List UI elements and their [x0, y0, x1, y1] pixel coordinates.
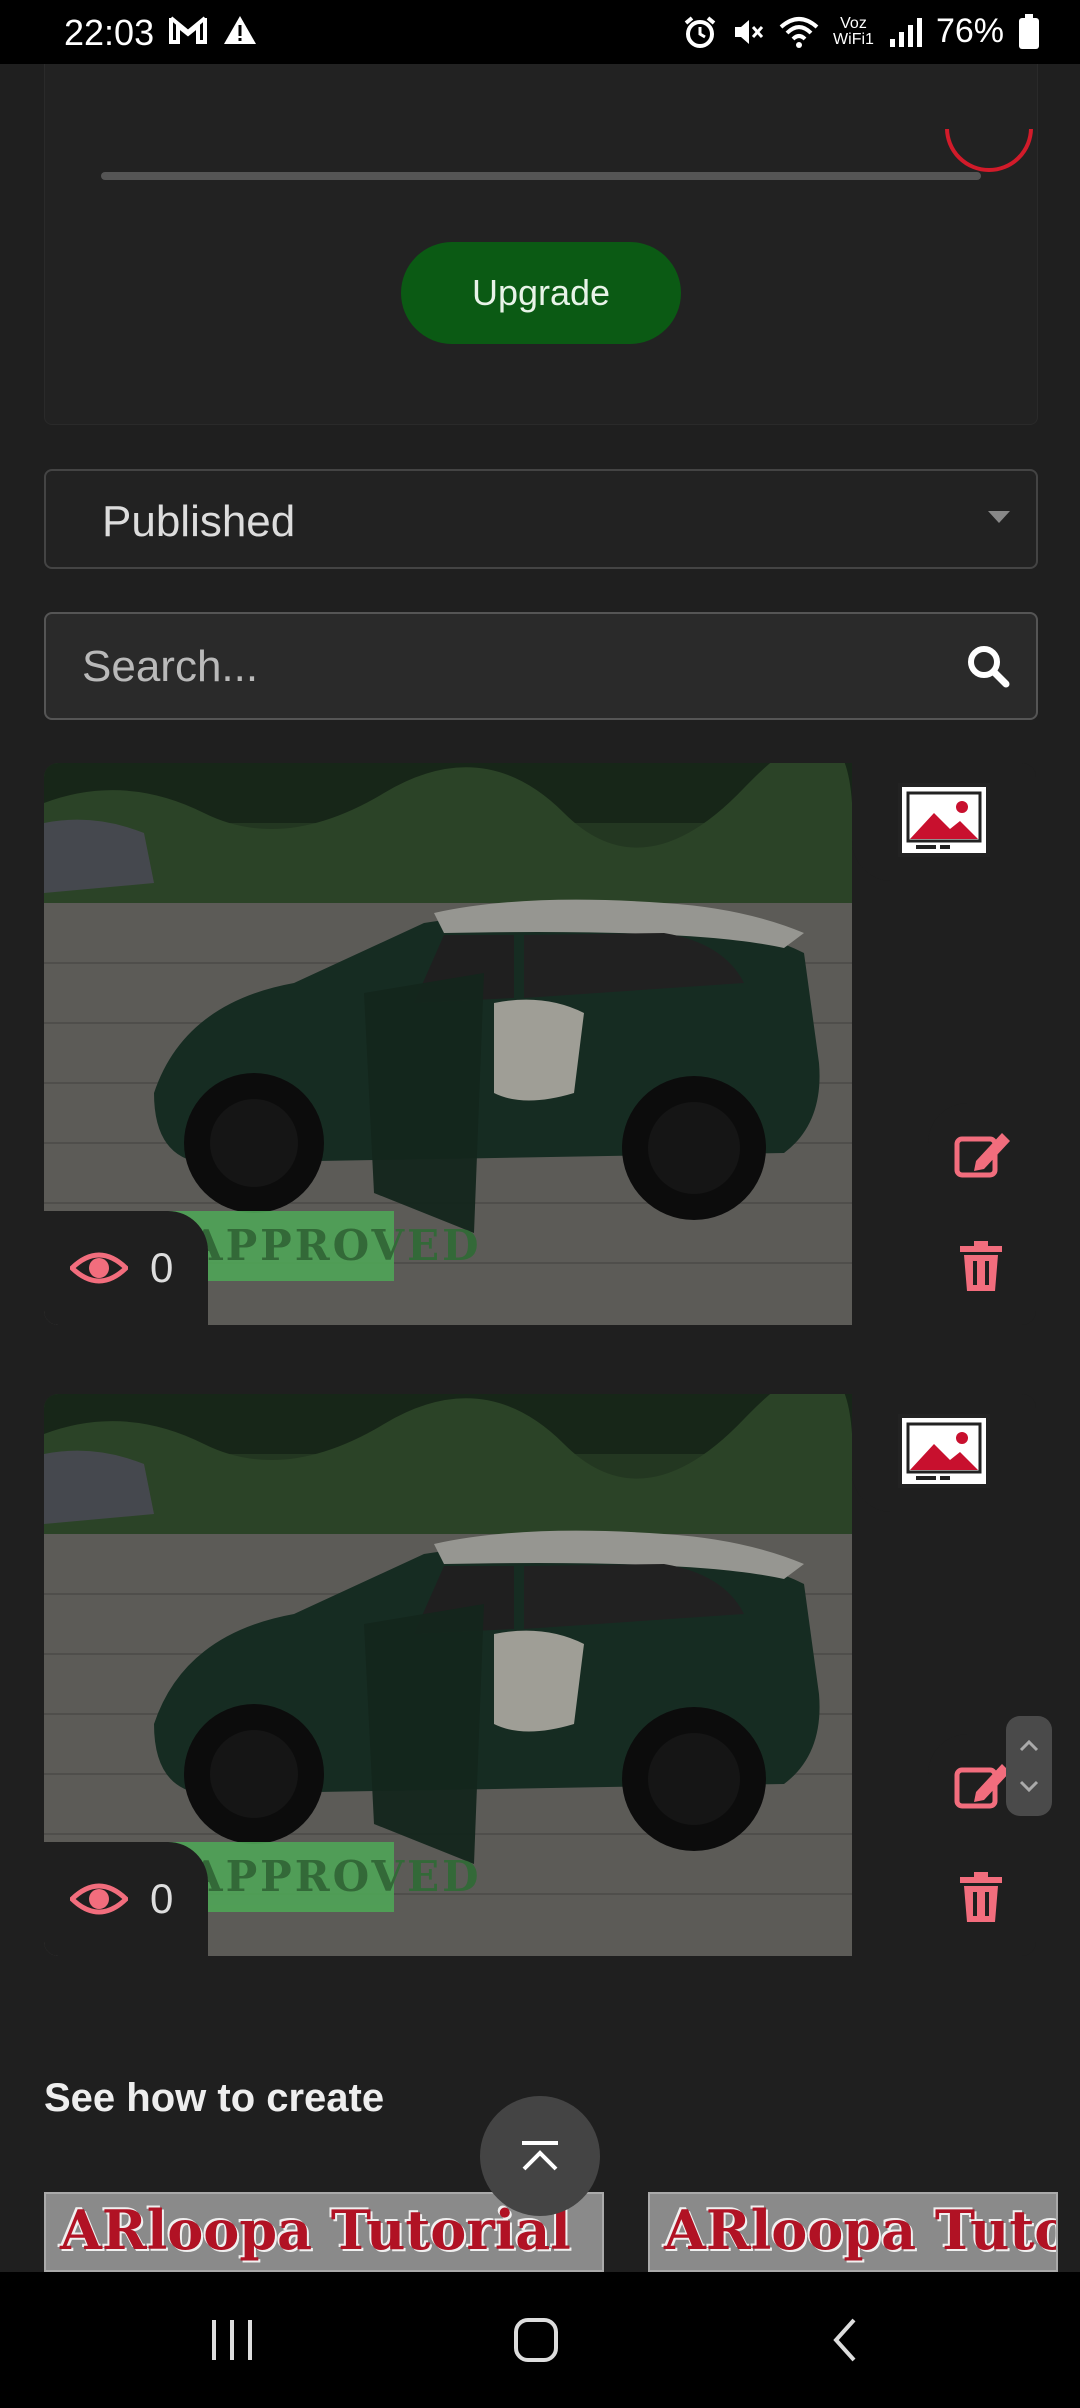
gmail-icon	[169, 16, 207, 44]
delete-icon[interactable]	[960, 1872, 1002, 1922]
search-box	[44, 612, 1038, 720]
search-input[interactable]	[80, 636, 904, 698]
home-icon[interactable]	[512, 2316, 560, 2364]
project-card[interactable]: APPROVED 0	[44, 1394, 1036, 1956]
view-count: 0	[44, 1211, 208, 1325]
tutorial-title: ARloopa Tutorial	[664, 2198, 1058, 2262]
chevron-up-icon	[522, 2141, 558, 2171]
status-filter-select[interactable]: Published	[44, 469, 1038, 569]
view-count-value: 0	[150, 1875, 174, 1922]
notification-icons	[168, 14, 258, 46]
image-target-icon	[898, 783, 990, 857]
eye-icon	[70, 1883, 128, 1915]
usage-ring	[945, 129, 1033, 172]
image-type-badge	[852, 1394, 1036, 1512]
search-icon[interactable]	[966, 644, 1010, 688]
upgrade-button[interactable]: Upgrade	[401, 242, 681, 344]
eye-icon	[70, 1252, 128, 1284]
battery-percent: 76%	[935, 12, 1004, 50]
status-bar: 22:03 Voz WiFi1 76%	[0, 0, 1080, 64]
battery-icon	[1019, 13, 1039, 49]
system-navigation-bar	[0, 2272, 1080, 2408]
view-count: 0	[44, 1842, 208, 1956]
system-status-icons: Voz WiFi1 76%	[683, 12, 1040, 51]
tutorial-thumbnail[interactable]: ARloopa Tutorial	[648, 2192, 1058, 2272]
scroll-to-top-button[interactable]	[480, 2096, 600, 2216]
caret-down-icon	[988, 511, 1010, 523]
back-icon[interactable]	[822, 2316, 870, 2364]
delete-icon[interactable]	[960, 1241, 1002, 1291]
recent-apps-icon[interactable]	[208, 2316, 256, 2364]
warning-icon	[224, 16, 256, 44]
scroll-handle[interactable]	[1006, 1716, 1052, 1816]
tutorials-heading: See how to create	[44, 2076, 385, 2120]
edit-icon[interactable]	[954, 1760, 1012, 1810]
image-type-badge	[852, 763, 1036, 881]
project-card[interactable]: APPROVED 0	[44, 763, 1036, 1325]
network-label: Voz WiFi1	[833, 14, 874, 48]
image-target-icon	[898, 1414, 990, 1488]
usage-progress-bar	[101, 172, 981, 180]
status-filter-value: Published	[102, 497, 296, 546]
view-count-value: 0	[150, 1244, 174, 1291]
alarm-icon	[684, 15, 716, 48]
wifi-icon	[779, 16, 819, 48]
edit-icon[interactable]	[954, 1129, 1012, 1179]
mute-icon	[735, 19, 764, 44]
scroll-arrows-icon	[1019, 1739, 1039, 1793]
card-actions	[928, 1103, 1036, 1325]
tutorial-title: ARloopa Tutorial	[60, 2198, 571, 2262]
plan-usage-panel: Upgrade	[44, 64, 1038, 425]
status-time: 22:03	[64, 12, 155, 53]
signal-icon	[889, 17, 922, 47]
